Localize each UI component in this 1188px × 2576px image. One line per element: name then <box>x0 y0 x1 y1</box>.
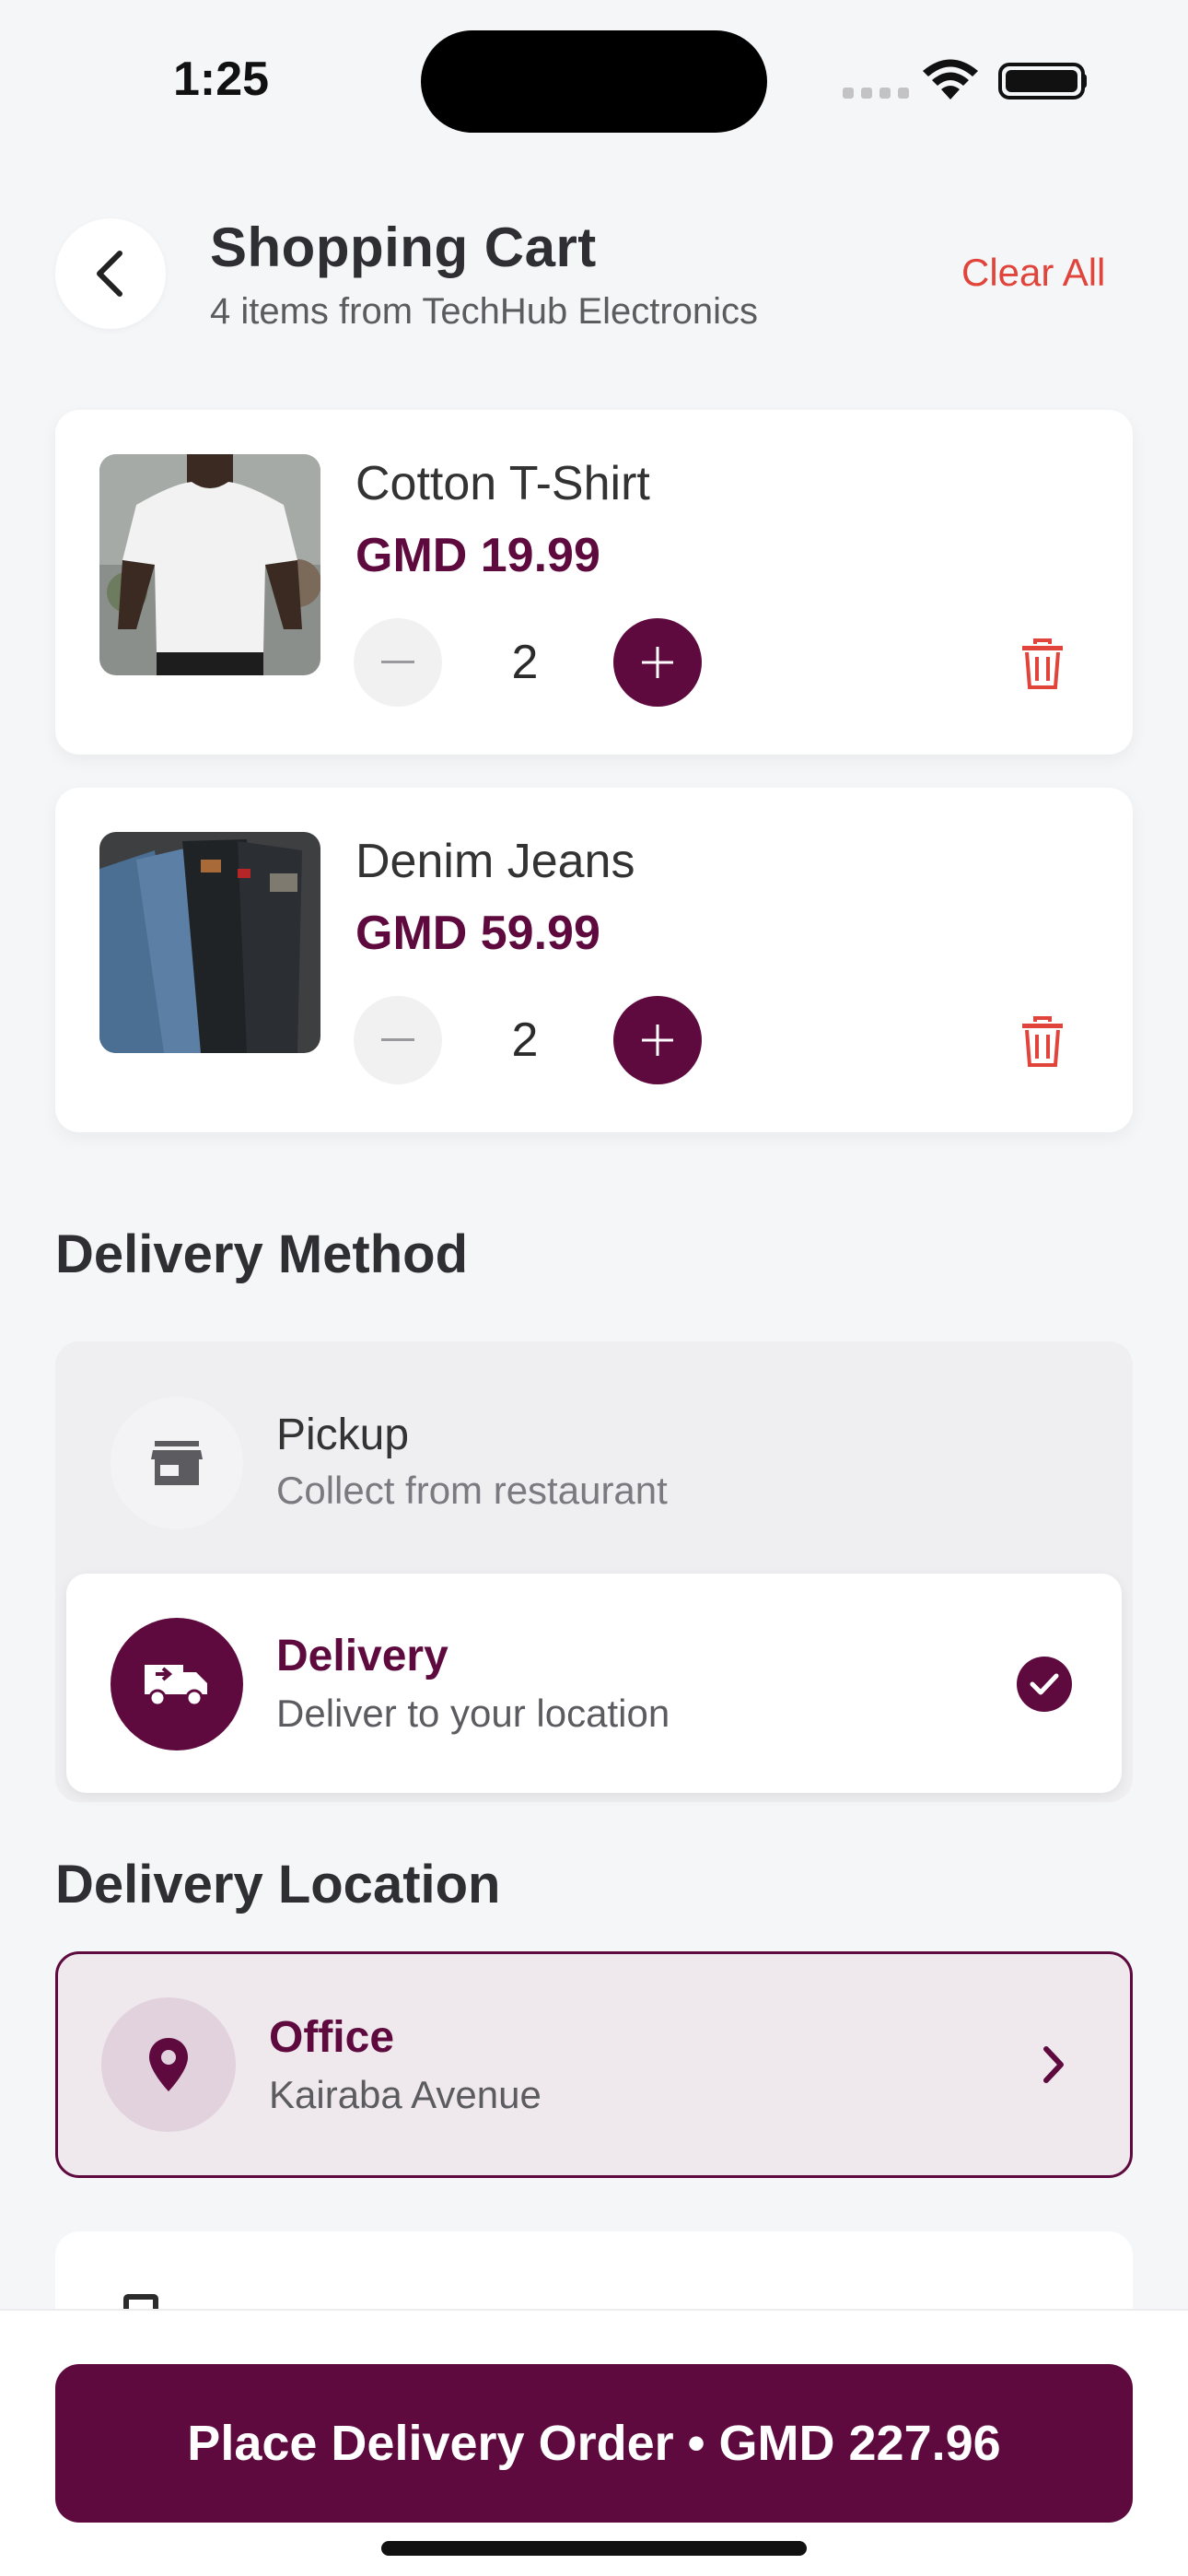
product-image-tshirt <box>99 454 320 675</box>
status-time: 1:25 <box>173 53 270 106</box>
delivery-title[interactable]: Delivery <box>276 1631 448 1681</box>
delivery-option-icon[interactable] <box>111 1618 243 1751</box>
product-image-jeans <box>99 832 320 1053</box>
dynamic-island <box>421 30 767 133</box>
delivery-subtitle: Deliver to your location <box>276 1692 670 1735</box>
home-indicator <box>381 2541 807 2556</box>
quantity-value: 2 <box>511 636 539 689</box>
plus-icon <box>642 647 673 678</box>
increase-quantity-button[interactable] <box>613 996 702 1084</box>
location-address: Kairaba Avenue <box>269 2073 542 2116</box>
chevron-right-icon[interactable] <box>1035 2040 1072 2090</box>
decrease-quantity-button[interactable] <box>354 618 442 707</box>
back-button[interactable] <box>55 218 166 329</box>
quantity-value: 2 <box>511 1013 539 1067</box>
decrease-quantity-button[interactable] <box>354 996 442 1084</box>
delivery-location-heading: Delivery Location <box>55 1855 501 1914</box>
pickup-option[interactable] <box>111 1397 243 1529</box>
store-icon <box>151 1441 203 1485</box>
place-order-button[interactable]: Place Delivery Order • GMD 227.96 <box>55 2364 1133 2523</box>
item-price: GMD 19.99 <box>355 529 600 582</box>
truck-icon <box>145 1665 207 1707</box>
wifi-icon <box>923 59 978 100</box>
chevron-left-icon <box>97 251 122 297</box>
plus-icon <box>642 1025 673 1056</box>
page-subtitle: 4 items from TechHub Electronics <box>210 291 759 332</box>
location-label[interactable]: Office <box>269 2012 394 2063</box>
battery-icon <box>998 63 1085 100</box>
item-name: Cotton T-Shirt <box>355 457 650 510</box>
location-icon-badge <box>101 1997 236 2132</box>
minus-icon <box>381 1038 414 1041</box>
battery-tip <box>1081 74 1087 88</box>
pickup-subtitle: Collect from restaurant <box>276 1469 668 1512</box>
trash-icon[interactable] <box>1020 638 1065 690</box>
minus-icon <box>381 661 414 663</box>
delivery-method-heading: Delivery Method <box>55 1224 468 1284</box>
item-price: GMD 59.99 <box>355 907 600 960</box>
clear-all-button[interactable]: Clear All <box>961 251 1105 295</box>
item-name: Denim Jeans <box>355 835 635 888</box>
increase-quantity-button[interactable] <box>613 618 702 707</box>
trash-icon[interactable] <box>1020 1016 1065 1068</box>
pickup-title[interactable]: Pickup <box>276 1410 409 1460</box>
location-pin-icon <box>149 2038 188 2091</box>
cellular-signal-icon <box>843 88 909 99</box>
cart-item: Denim Jeans GMD 59.99 2 <box>55 788 1133 1132</box>
selected-check-icon <box>1017 1657 1072 1712</box>
page-title: Shopping Cart <box>210 217 597 278</box>
cart-item: Cotton T-Shirt GMD 19.99 2 <box>55 410 1133 755</box>
